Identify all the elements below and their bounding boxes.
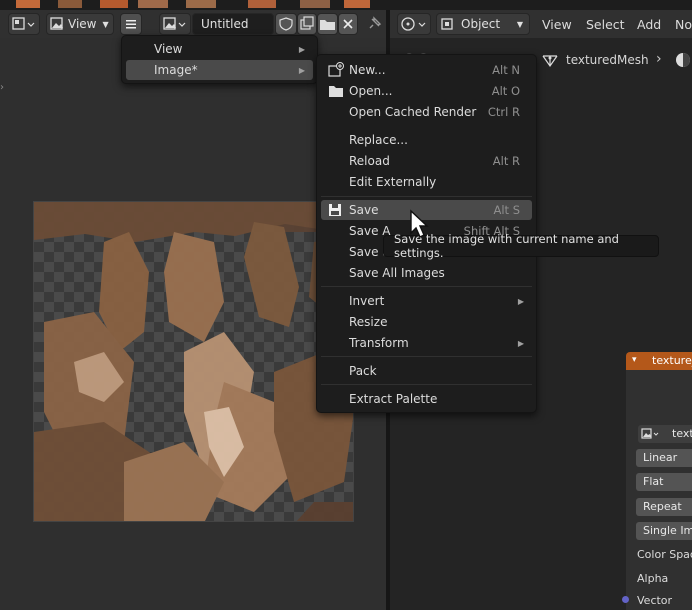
node-title: texture_ <box>652 354 692 367</box>
menu-separator <box>321 196 532 197</box>
view-mode-dropdown[interactable]: View ▼ <box>46 13 114 35</box>
object-icon <box>441 18 453 30</box>
menu-view[interactable]: View <box>542 17 572 32</box>
menu-item-view[interactable]: View ▶ <box>126 39 313 59</box>
browse-image-button[interactable] <box>159 13 191 35</box>
object-mode-icon <box>401 17 426 31</box>
strip-thumbnail <box>138 0 168 8</box>
duplicate-icon <box>300 16 314 30</box>
menu-item-reload[interactable]: Reload Alt R <box>321 151 532 171</box>
menu-separator <box>321 356 532 357</box>
save-icon <box>329 204 341 216</box>
submenu-arrow-icon: ▶ <box>517 338 524 348</box>
chevron-down-icon: ▼ <box>102 19 109 29</box>
strip-thumbnail <box>248 0 276 8</box>
menu-separator <box>321 384 532 385</box>
menu-node[interactable]: No <box>675 17 692 32</box>
alpha-label: Alpha <box>637 572 669 585</box>
submenu-arrow-icon: ▶ <box>298 65 305 75</box>
menu-item-edit-externally[interactable]: Edit Externally <box>321 172 532 192</box>
mesh-icon <box>540 52 560 73</box>
menu-separator <box>321 286 532 287</box>
view-mode-label: View <box>68 17 97 31</box>
menu-item-extract-palette[interactable]: Extract Palette <box>321 389 532 409</box>
menu-item-new[interactable]: New... Alt N <box>321 60 532 80</box>
strip-thumbnail <box>300 0 330 8</box>
new-image-icon <box>328 62 344 77</box>
shield-icon <box>279 17 293 31</box>
top-image-strip <box>0 0 692 10</box>
breadcrumb-object-name: texturedMesh <box>566 53 649 67</box>
menu-item-open-cached-render[interactable]: Open Cached Render Ctrl R <box>321 102 532 122</box>
menu-item-save-all-images[interactable]: Save All Images <box>321 263 532 283</box>
collapse-node-icon[interactable]: ▾ <box>632 355 637 365</box>
menu-item-resize[interactable]: Resize <box>321 312 532 332</box>
image-icon <box>50 17 63 30</box>
submenu-arrow-icon: ▶ <box>517 296 524 306</box>
material-icon <box>674 51 692 72</box>
strip-thumbnail <box>58 0 82 8</box>
folder-icon <box>320 20 335 30</box>
image-browse-icon <box>163 17 186 30</box>
strip-thumbnail <box>186 0 216 8</box>
new-image-button[interactable] <box>297 13 317 35</box>
folder-icon <box>329 86 343 97</box>
image-name: Untitled <box>201 17 249 31</box>
color-space-label: Color Spac <box>637 548 692 561</box>
menu-item-open[interactable]: Open... Alt O <box>321 81 532 101</box>
menu-item-invert[interactable]: Invert ▶ <box>321 291 532 311</box>
breadcrumb-chevron-icon: › <box>656 51 662 67</box>
fake-user-button[interactable] <box>275 13 297 35</box>
strip-thumbnail <box>16 0 40 8</box>
image-name-field[interactable]: Untitled <box>192 13 274 35</box>
mouse-pointer-icon <box>409 209 431 244</box>
menu-icon <box>126 20 136 29</box>
vector-label: Vector <box>637 594 673 607</box>
image-canvas[interactable] <box>33 201 354 522</box>
hamburger-menu-button[interactable] <box>120 13 142 35</box>
submenu-arrow-icon: ▶ <box>298 44 305 54</box>
image-editor-icon <box>12 17 35 30</box>
menu-select[interactable]: Select <box>586 17 625 32</box>
interpolation-dropdown[interactable]: Linear <box>636 449 692 467</box>
strip-thumbnail <box>100 0 128 8</box>
object-mode-dropdown[interactable]: Object ▼ <box>436 13 530 35</box>
extension-dropdown[interactable]: Repeat <box>636 498 692 516</box>
projection-dropdown[interactable]: Flat <box>636 473 692 491</box>
chevron-down-icon: ▼ <box>516 19 523 29</box>
node-image-name: text <box>672 427 692 440</box>
pin-icon[interactable] <box>364 14 384 37</box>
open-image-button[interactable] <box>317 13 338 35</box>
collapse-arrow-icon[interactable]: › <box>0 82 4 93</box>
source-dropdown[interactable]: Single Im <box>636 522 692 540</box>
menu-item-image[interactable]: Image* ▶ <box>126 60 313 80</box>
texture-image <box>34 202 353 521</box>
unlink-image-button[interactable] <box>338 13 358 35</box>
close-icon <box>343 19 353 29</box>
menu-item-pack[interactable]: Pack <box>321 361 532 381</box>
mode-label: Object <box>461 17 501 31</box>
vector-socket[interactable] <box>622 596 629 603</box>
image-browse-icon <box>641 428 659 439</box>
editor-menu-dropdown: View ▶ Image* ▶ <box>121 35 318 84</box>
node-image-selector[interactable]: text <box>638 425 692 443</box>
menu-item-replace[interactable]: Replace... <box>321 130 532 150</box>
mode-type-button[interactable] <box>397 13 431 35</box>
menu-item-transform[interactable]: Transform ▶ <box>321 333 532 353</box>
editor-type-button[interactable] <box>8 13 40 35</box>
strip-thumbnail <box>344 0 370 8</box>
menu-add[interactable]: Add <box>637 17 661 32</box>
